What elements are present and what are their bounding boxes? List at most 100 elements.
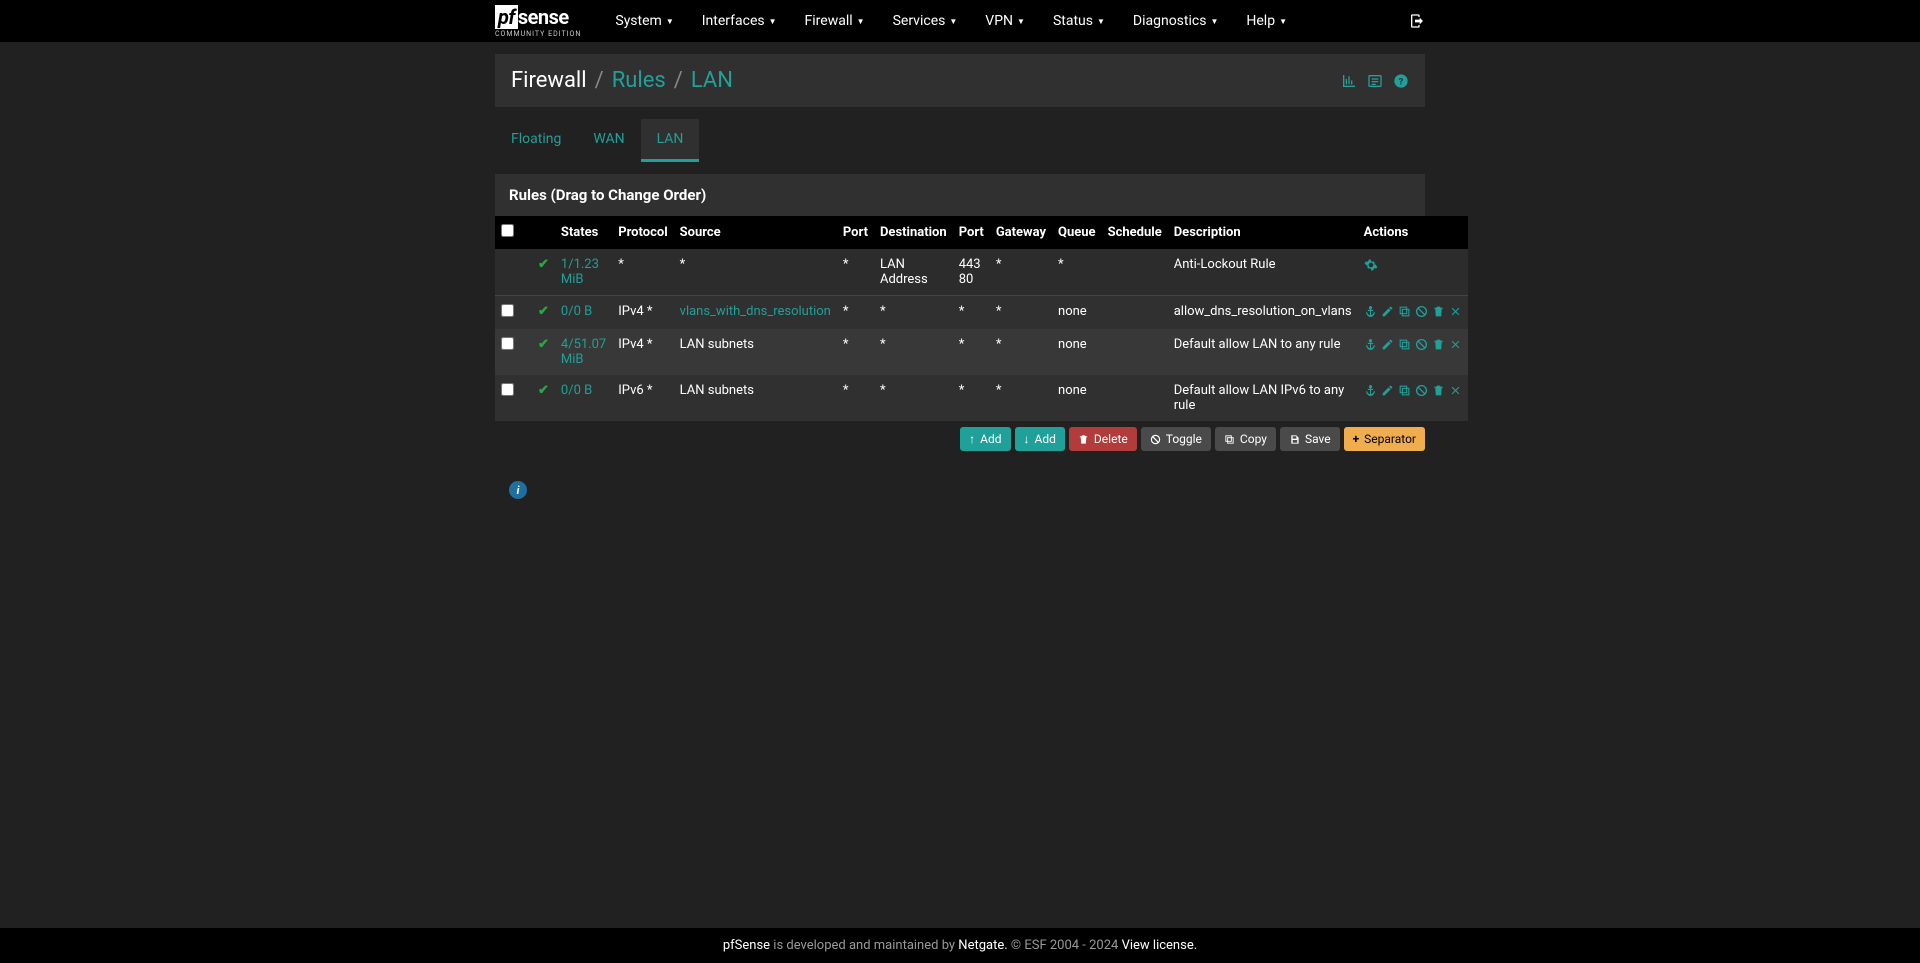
table-header-row: States Protocol Source Port Destination … <box>495 216 1468 249</box>
cell-queue: none <box>1052 296 1102 330</box>
log-icon[interactable] <box>1367 72 1383 88</box>
table-row[interactable]: ✔ 1/1.23 MiB * * * LAN Address 44380 * *… <box>495 249 1468 296</box>
footer-copyright: © ESF 2004 - 2024 <box>1008 938 1122 953</box>
delete-button[interactable]: Delete <box>1069 427 1137 451</box>
cell-sport: * <box>837 375 874 421</box>
caret-icon: ▼ <box>1097 17 1105 26</box>
cell-protocol: IPv4 * <box>612 329 673 375</box>
cell-queue: none <box>1052 375 1102 421</box>
cell-description: Default allow LAN IPv6 to any rule <box>1168 375 1358 421</box>
col-gateway: Gateway <box>990 216 1052 249</box>
tab-floating[interactable]: Floating <box>495 119 577 162</box>
help-icon[interactable]: ? <box>1393 72 1409 88</box>
edit-icon[interactable] <box>1381 304 1394 319</box>
nav-help[interactable]: Help▼ <box>1232 0 1301 42</box>
nav-status[interactable]: Status▼ <box>1039 0 1119 42</box>
cell-queue: none <box>1052 329 1102 375</box>
copy-icon[interactable] <box>1398 383 1411 398</box>
disable-icon[interactable] <box>1415 383 1428 398</box>
row-checkbox[interactable] <box>501 383 514 396</box>
footer-pfsense[interactable]: pfSense <box>723 938 770 953</box>
footer-license[interactable]: View license. <box>1122 938 1198 953</box>
row-checkbox[interactable] <box>501 337 514 350</box>
logo-subtitle: COMMUNITY EDITION <box>495 30 581 38</box>
rules-table: States Protocol Source Port Destination … <box>495 216 1468 421</box>
logout-icon[interactable] <box>1409 13 1425 29</box>
nav-diagnostics[interactable]: Diagnostics▼ <box>1119 0 1232 42</box>
cell-source: vlans_with_dns_resolution <box>674 296 837 330</box>
col-protocol: Protocol <box>612 216 673 249</box>
navbar-inner: pfsense COMMUNITY EDITION System▼ Interf… <box>495 0 1425 42</box>
footer-netgate[interactable]: Netgate. <box>958 938 1007 953</box>
breadcrumb-rules[interactable]: Rules <box>612 68 666 93</box>
arrow-up-icon: ↑ <box>969 432 975 446</box>
copy-icon[interactable] <box>1398 304 1411 319</box>
col-source: Source <box>674 216 837 249</box>
add-bottom-button[interactable]: ↓Add <box>1015 427 1065 451</box>
delete-x-icon[interactable] <box>1449 304 1462 319</box>
caret-icon: ▼ <box>949 17 957 26</box>
plus-icon: + <box>1353 432 1360 446</box>
arrow-down-icon: ↓ <box>1024 432 1030 446</box>
info-icon[interactable]: i <box>509 481 527 499</box>
select-all-checkbox[interactable] <box>501 224 514 237</box>
logo[interactable]: pfsense COMMUNITY EDITION <box>495 5 581 38</box>
footer: pfSense is developed and maintained by N… <box>0 928 1920 963</box>
tab-lan[interactable]: LAN <box>641 119 700 162</box>
states-link[interactable]: 4/51.07 MiB <box>561 337 606 367</box>
disable-icon[interactable] <box>1415 304 1428 319</box>
check-icon: ✔ <box>538 257 549 272</box>
anchor-icon[interactable] <box>1364 383 1377 398</box>
col-states: States <box>555 216 612 249</box>
breadcrumb-lan[interactable]: LAN <box>691 68 733 93</box>
delete-x-icon[interactable] <box>1449 337 1462 352</box>
col-actions: Actions <box>1358 216 1468 249</box>
cell-description: Anti-Lockout Rule <box>1168 249 1358 296</box>
anchor-icon[interactable] <box>1364 304 1377 319</box>
top-navbar: pfsense COMMUNITY EDITION System▼ Interf… <box>0 0 1920 42</box>
trash-icon[interactable] <box>1432 337 1445 352</box>
cell-protocol: IPv4 * <box>612 296 673 330</box>
table-row[interactable]: ✔ 0/0 B IPv6 * LAN subnets * * * * none … <box>495 375 1468 421</box>
nav-firewall[interactable]: Firewall▼ <box>791 0 879 42</box>
row-checkbox[interactable] <box>501 304 514 317</box>
cell-dest: LAN Address <box>874 249 953 296</box>
cell-gateway: * <box>990 329 1052 375</box>
breadcrumb-sep: / <box>674 68 683 93</box>
trash-icon[interactable] <box>1432 383 1445 398</box>
cell-description: Default allow LAN to any rule <box>1168 329 1358 375</box>
nav-interfaces[interactable]: Interfaces▼ <box>688 0 791 42</box>
tab-wan[interactable]: WAN <box>577 119 640 162</box>
add-top-button[interactable]: ↑Add <box>960 427 1010 451</box>
breadcrumb-sep: / <box>595 68 604 93</box>
nav-vpn[interactable]: VPN▼ <box>971 0 1039 42</box>
source-alias-link[interactable]: vlans_with_dns_resolution <box>680 304 831 319</box>
trash-icon[interactable] <box>1432 304 1445 319</box>
breadcrumb-root[interactable]: Firewall <box>511 68 587 93</box>
delete-x-icon[interactable] <box>1449 383 1462 398</box>
cell-schedule <box>1102 296 1168 330</box>
edit-icon[interactable] <box>1381 337 1394 352</box>
table-row[interactable]: ✔ 4/51.07 MiB IPv4 * LAN subnets * * * *… <box>495 329 1468 375</box>
copy-button[interactable]: Copy <box>1215 427 1276 451</box>
disable-icon[interactable] <box>1415 337 1428 352</box>
anchor-icon[interactable] <box>1364 337 1377 352</box>
separator-button[interactable]: +Separator <box>1344 427 1425 451</box>
nav-menu: System▼ Interfaces▼ Firewall▼ Services▼ … <box>601 0 1409 42</box>
copy-icon[interactable] <box>1398 337 1411 352</box>
gear-icon[interactable] <box>1364 257 1378 272</box>
chart-icon[interactable] <box>1341 72 1357 88</box>
nav-services[interactable]: Services▼ <box>879 0 972 42</box>
edit-icon[interactable] <box>1381 383 1394 398</box>
cell-protocol: * <box>612 249 673 296</box>
states-link[interactable]: 0/0 B <box>561 304 592 319</box>
states-link[interactable]: 1/1.23 MiB <box>561 257 599 287</box>
copy-icon <box>1224 432 1235 446</box>
toggle-button[interactable]: Toggle <box>1141 427 1211 451</box>
breadcrumb: Firewall / Rules / LAN <box>511 68 733 93</box>
save-icon <box>1289 432 1300 446</box>
table-row[interactable]: ✔ 0/0 B IPv4 * vlans_with_dns_resolution… <box>495 296 1468 330</box>
states-link[interactable]: 0/0 B <box>561 383 592 398</box>
save-button[interactable]: Save <box>1280 427 1340 451</box>
nav-system[interactable]: System▼ <box>601 0 687 42</box>
